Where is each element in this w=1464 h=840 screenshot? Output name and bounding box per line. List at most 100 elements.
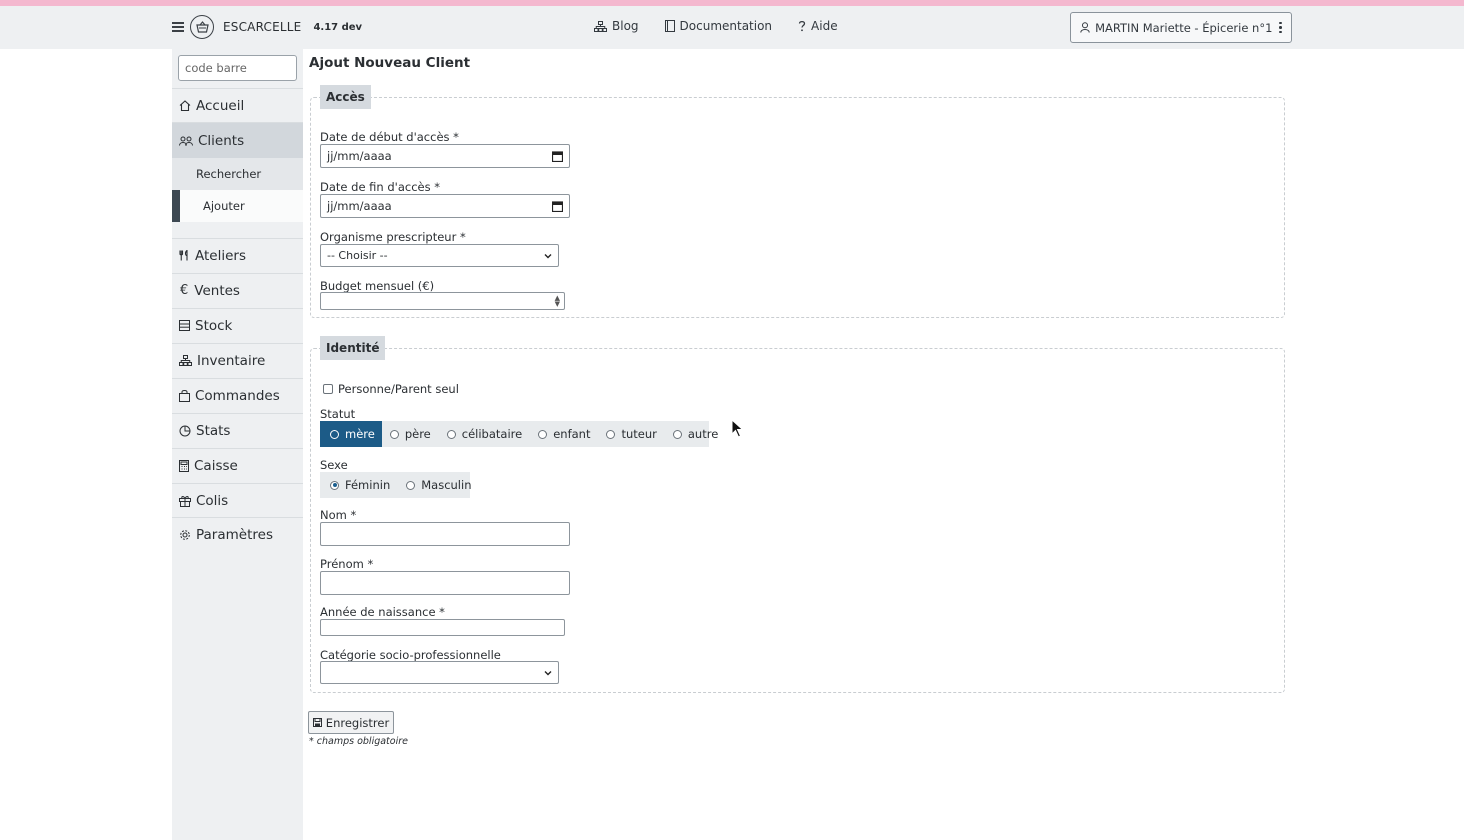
nav-documentation-link[interactable]: Documentation: [664, 19, 773, 33]
statut-option-label: tuteur: [621, 427, 657, 441]
save-icon: [312, 718, 322, 727]
categorie-label: Catégorie socio-professionnelle: [320, 648, 501, 662]
sidebar-item-commandes[interactable]: Commandes: [172, 378, 303, 412]
nav-documentation-label: Documentation: [679, 19, 773, 33]
sidebar-item-stock[interactable]: Stock: [172, 308, 303, 342]
sidebar: Accueil Clients Rechercher Ajouter Ateli…: [172, 49, 303, 840]
radio-icon: [672, 429, 682, 439]
sidebar-item-label: Stats: [196, 422, 231, 439]
sidebar-item-label: Inventaire: [197, 352, 266, 369]
sidebar-subitem-rechercher[interactable]: Rechercher: [172, 158, 303, 190]
annee-naissance-input[interactable]: [320, 619, 565, 636]
number-spinner-icon[interactable]: ▲ ▼: [555, 295, 560, 308]
prenom-label: Prénom *: [320, 557, 374, 571]
sexe-option-feminin[interactable]: Féminin: [320, 472, 398, 498]
chevron-down-icon: [544, 670, 552, 675]
sidebar-item-accueil[interactable]: Accueil: [172, 88, 303, 122]
required-fields-note: * champs obligatoire: [309, 736, 408, 747]
prenom-input[interactable]: [320, 571, 570, 595]
page-title: Ajout Nouveau Client: [309, 55, 471, 71]
date-debut-label: Date de début d'accès *: [320, 130, 459, 144]
statut-option-celibataire[interactable]: célibataire: [439, 421, 530, 447]
sidebar-item-label: Ateliers: [195, 247, 246, 264]
budget-label: Budget mensuel (€): [320, 279, 435, 293]
calendar-icon[interactable]: [552, 200, 563, 212]
sidebar-item-label: Caisse: [194, 457, 238, 474]
date-debut-input[interactable]: jj/mm/aaaa: [320, 144, 570, 168]
acces-legend: Accès: [320, 85, 371, 109]
sidebar-item-label: Paramètres: [196, 526, 273, 543]
sidebar-item-ventes[interactable]: € Ventes: [172, 273, 303, 307]
save-button-label: Enregistrer: [325, 715, 390, 730]
date-fin-input[interactable]: jj/mm/aaaa: [320, 194, 570, 218]
sidebar-item-stats[interactable]: Stats: [172, 413, 303, 447]
calendar-icon[interactable]: [552, 150, 563, 162]
annee-naissance-label: Année de naissance *: [320, 605, 445, 619]
statut-option-pere[interactable]: père: [382, 421, 439, 447]
sidebar-item-colis[interactable]: Colis: [172, 483, 303, 517]
app-version: 4.17 dev: [313, 21, 363, 33]
sexe-label: Sexe: [320, 458, 348, 472]
sidebar-subitem-label: Rechercher: [196, 167, 262, 181]
bag-icon: [179, 389, 190, 402]
sidebar-subitem-label: Ajouter: [203, 199, 245, 213]
nom-input[interactable]: [320, 522, 570, 546]
sidebar-item-caisse[interactable]: Caisse: [172, 448, 303, 482]
sidebar-item-parametres[interactable]: Paramètres: [172, 517, 303, 551]
sidebar-item-inventaire[interactable]: Inventaire: [172, 343, 303, 377]
sidebar-subitem-ajouter[interactable]: Ajouter: [172, 190, 303, 222]
nom-label: Nom *: [320, 508, 357, 522]
statut-option-enfant[interactable]: enfant: [530, 421, 598, 447]
sexe-option-masculin[interactable]: Masculin: [398, 472, 479, 498]
sexe-radio-group: Féminin Masculin: [320, 472, 472, 498]
book-icon: [664, 20, 675, 32]
sidebar-item-ateliers[interactable]: Ateliers: [172, 238, 303, 272]
user-menu-button[interactable]: MARTIN Mariette - Épicerie n°1: [1070, 12, 1292, 43]
chart-icon: [179, 425, 191, 436]
radio-icon: [389, 429, 399, 439]
identite-fieldset: [310, 348, 1285, 693]
budget-input[interactable]: ▲ ▼: [320, 292, 565, 310]
statut-option-autre[interactable]: autre: [665, 421, 726, 447]
hamburger-menu-icon[interactable]: [172, 22, 184, 32]
calculator-icon: [179, 459, 189, 472]
nav-blog-label: Blog: [612, 19, 639, 33]
home-icon: [179, 100, 191, 111]
sidebar-item-label: Clients: [198, 132, 245, 149]
save-button[interactable]: Enregistrer: [308, 711, 394, 734]
barcode-input[interactable]: [178, 55, 297, 81]
user-menu-label: MARTIN Mariette - Épicerie n°1: [1095, 20, 1273, 35]
sitemap-icon: [594, 20, 607, 32]
statut-option-mere[interactable]: mère: [320, 421, 382, 447]
nav-aide-link[interactable]: Aide: [798, 19, 838, 33]
statut-option-label: célibataire: [461, 427, 523, 441]
top-nav: Blog Documentation Aide: [594, 19, 864, 33]
brand-area: ESCARCELLE 4.17 dev: [172, 15, 362, 39]
app-brand[interactable]: ESCARCELLE: [223, 20, 301, 34]
statut-option-label: autre: [687, 427, 719, 441]
mouse-cursor-icon: [731, 419, 744, 438]
statut-option-tuteur[interactable]: tuteur: [598, 421, 664, 447]
chevron-down-icon: [544, 253, 552, 258]
nav-blog-link[interactable]: Blog: [594, 19, 639, 33]
user-icon: [1080, 22, 1090, 33]
sidebar-item-label: Ventes: [194, 282, 240, 299]
radio-icon: [406, 480, 416, 490]
identite-legend: Identité: [320, 336, 386, 360]
sidebar-item-clients[interactable]: Clients: [172, 122, 303, 158]
gift-icon: [179, 495, 191, 507]
organisme-label: Organisme prescripteur *: [320, 230, 466, 244]
sitemap-icon: [179, 355, 192, 366]
radio-icon: [446, 429, 456, 439]
parent-seul-checkbox[interactable]: [323, 384, 333, 394]
radio-icon: [330, 429, 339, 439]
parent-seul-label: Personne/Parent seul: [338, 382, 459, 396]
organisme-select[interactable]: -- Choisir --: [320, 244, 559, 267]
kebab-menu-icon: [1279, 21, 1282, 34]
statut-option-label: père: [404, 427, 431, 441]
basket-logo-icon[interactable]: [190, 15, 214, 39]
question-icon: [798, 20, 806, 32]
categorie-select[interactable]: [320, 661, 559, 684]
nav-aide-label: Aide: [811, 19, 838, 33]
radio-icon: [606, 429, 616, 439]
